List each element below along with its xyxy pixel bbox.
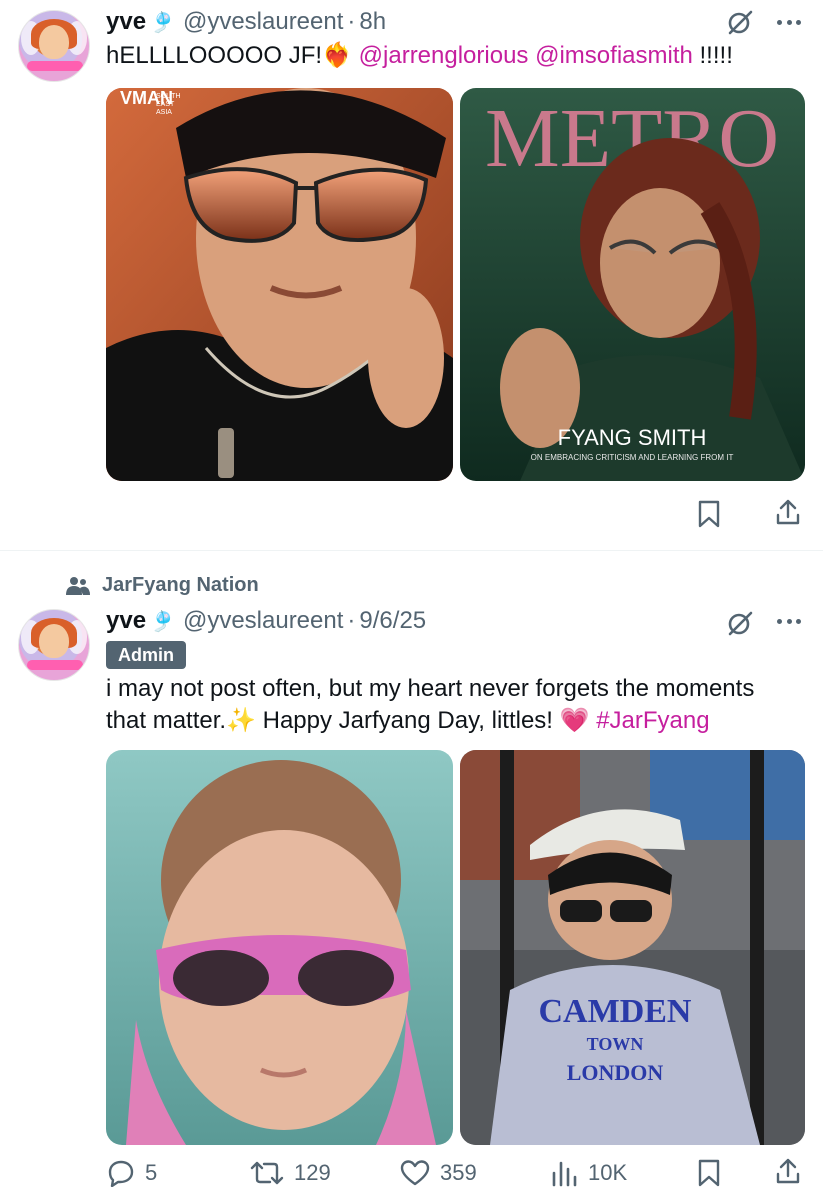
community-name[interactable]: JarFyang Nation — [102, 574, 259, 597]
bookmark-button[interactable] — [697, 1159, 721, 1187]
cover-tagline: ON EMBRACING CRITICISM AND LEARNING FROM… — [531, 453, 734, 462]
avatar[interactable] — [18, 609, 90, 681]
author-glyph: 🎐 — [150, 611, 175, 633]
text-line-1: i may not post often, but my heart never… — [106, 675, 755, 702]
media-right[interactable]: METRO FYANG SMITH ON EMBRACING CRITICISM… — [460, 88, 805, 481]
more-icon[interactable] — [775, 8, 803, 36]
media-left[interactable] — [106, 750, 453, 1145]
reply-icon — [108, 1160, 134, 1187]
text-line-2-prefix: that matter. — [106, 707, 227, 734]
mention-jarrenglorious[interactable]: @jarrenglorious — [359, 42, 529, 69]
hoodie-line-3: LONDON — [567, 1060, 664, 1085]
hoodie-line-2: TOWN — [587, 1034, 644, 1054]
timestamp[interactable]: 9/6/25 — [359, 607, 426, 635]
grok-icon[interactable] — [726, 609, 754, 637]
pink-heart-emoji: 💗 — [559, 707, 590, 734]
avatar[interactable] — [18, 10, 90, 82]
fire-heart-emoji: ❤️‍🔥 — [322, 42, 352, 69]
tweet-2[interactable]: JarFyang Nation yve 🎐 @yveslaureent · 9/… — [0, 551, 823, 1200]
timestamp[interactable]: 8h — [359, 8, 386, 36]
media-left[interactable]: VMAN SOUTH EAST ASIA — [106, 88, 453, 481]
repost-button[interactable]: 129 — [250, 1159, 331, 1187]
author-glyph: 🎐 — [150, 12, 175, 34]
like-button[interactable]: 359 — [400, 1159, 477, 1187]
text-prefix: hELLLLOOOOO JF! — [106, 42, 323, 69]
admin-badge: Admin — [106, 641, 186, 669]
bookmark-icon — [698, 500, 720, 528]
views-button[interactable]: 10K — [550, 1159, 627, 1187]
share-icon — [776, 499, 800, 525]
magazine-sublabel-1: SOUTH — [156, 93, 181, 100]
magazine-sublabel-3: ASIA — [156, 109, 172, 116]
media-right[interactable]: CAMDEN TOWN LONDON — [460, 750, 805, 1145]
bookmark-button[interactable] — [697, 500, 721, 528]
hashtag-jarfyang[interactable]: #JarFyang — [596, 707, 709, 734]
mention-imsofiasmith[interactable]: @imsofiasmith — [535, 42, 693, 69]
author-handle[interactable]: @yveslaureent — [183, 8, 343, 36]
share-icon — [776, 1158, 800, 1184]
text-suffix: !!!!! — [699, 42, 733, 69]
heart-icon — [400, 1160, 430, 1186]
tweet-header: yve 🎐 @yveslaureent · 9/6/25 — [106, 607, 426, 635]
grok-icon[interactable] — [726, 8, 754, 36]
cover-name: FYANG SMITH — [558, 425, 707, 450]
tweet-header: yve 🎐 @yveslaureent · 8h — [106, 8, 386, 36]
like-count: 359 — [440, 1160, 477, 1185]
share-button[interactable] — [775, 498, 801, 526]
text-line-2-mid: Happy Jarfyang Day, littles! — [262, 707, 553, 734]
separator: · — [347, 607, 356, 634]
bookmark-icon — [698, 1159, 720, 1187]
repost-count: 129 — [294, 1160, 331, 1185]
hoodie-line-1: CAMDEN — [539, 993, 692, 1030]
author-name[interactable]: yve — [106, 8, 146, 36]
reply-count: 5 — [145, 1160, 158, 1185]
community-label[interactable]: JarFyang Nation — [66, 574, 259, 597]
magazine-sublabel-2: EAST — [156, 101, 175, 108]
sparkles-emoji: ✨ — [226, 707, 256, 734]
author-name[interactable]: yve — [106, 607, 146, 635]
community-icon — [66, 576, 90, 595]
share-button[interactable] — [775, 1157, 801, 1185]
tweet-1[interactable]: yve 🎐 @yveslaureent · 8h hELLLLOOOOO JF!… — [0, 0, 823, 550]
more-icon[interactable] — [775, 607, 803, 635]
tweet-text: hELLLLOOOOO JF!❤️‍🔥 @jarrenglorious @ims… — [106, 40, 816, 72]
repost-icon — [250, 1161, 284, 1185]
views-icon — [552, 1161, 577, 1187]
tweet-text: i may not post often, but my heart never… — [106, 673, 816, 737]
reply-button[interactable]: 5 — [107, 1159, 157, 1187]
view-count: 10K — [588, 1160, 628, 1185]
separator: · — [347, 8, 356, 35]
author-handle[interactable]: @yveslaureent — [183, 607, 343, 635]
